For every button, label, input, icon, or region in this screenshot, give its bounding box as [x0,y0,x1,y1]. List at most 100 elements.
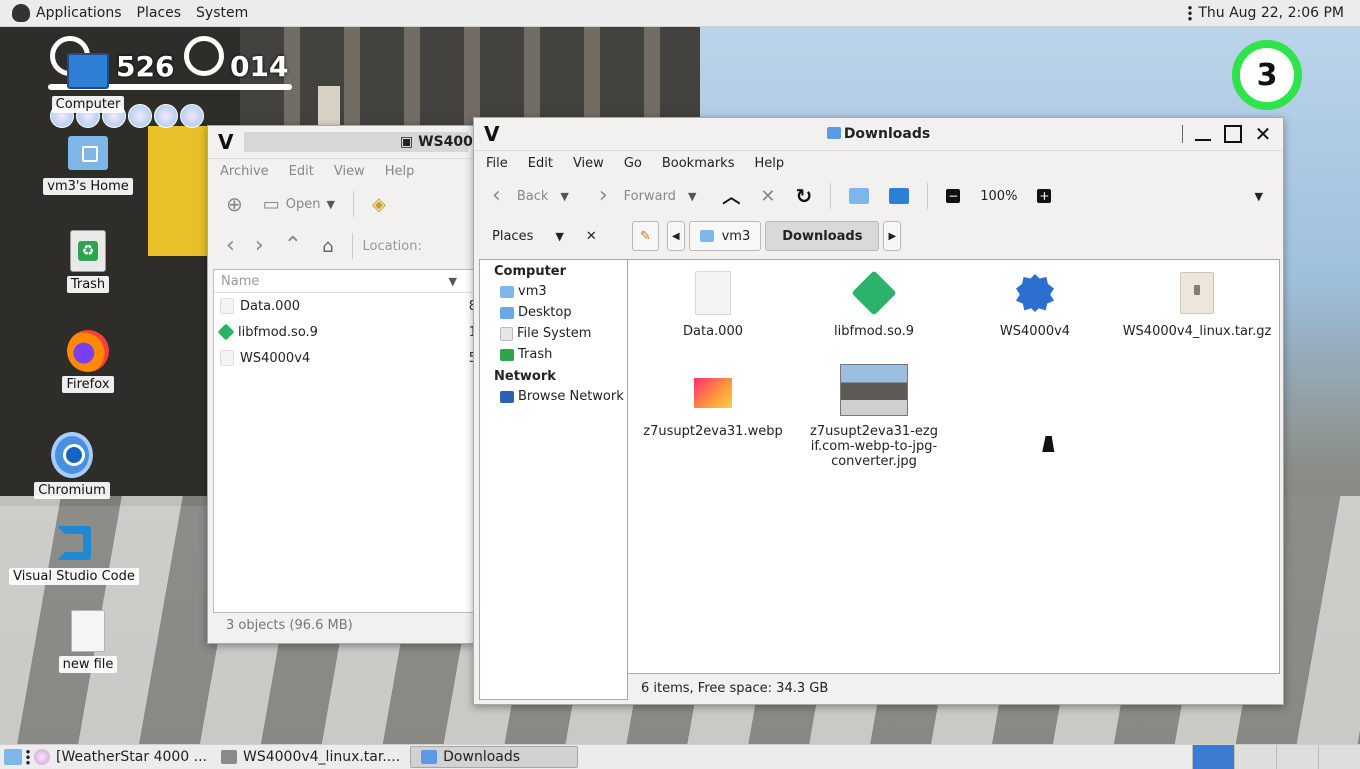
task-downloads[interactable]: Downloads [410,746,579,768]
desktop-icon-label: Visual Studio Code [9,568,139,585]
table-row[interactable]: libfmod.so.9 1 [214,319,477,345]
menu-edit[interactable]: Edit [518,156,563,171]
sidebar-item-desktop[interactable]: Desktop [480,302,627,323]
up-button[interactable]: ︿ [714,179,748,213]
image-icon [694,378,732,408]
drive-icon [500,326,513,341]
desktop-icon-firefox[interactable]: Firefox [28,330,148,393]
back-history-dropdown[interactable]: ▼ [560,190,568,203]
menu-bookmarks[interactable]: Bookmarks [652,156,745,171]
breadcrumb-scroll-right[interactable]: ▶ [883,221,902,251]
edit-location-button[interactable]: ✎ [632,221,659,251]
forward-history-dropdown[interactable]: ▼ [688,190,696,203]
up-button[interactable]: ⌃ [276,232,310,260]
downloads-toolbar: ‹ Back ▼ › Forward ▼ ︿ ✕ ↻ − 100% + ▼ [474,175,1283,217]
sidebar-item-vm3[interactable]: vm3 [480,281,627,302]
file-item-webp[interactable]: z7usupt2eva31.webp [639,370,787,439]
desktop-icon-trash[interactable]: Trash [28,230,148,293]
file-manager-window: V Downloads ✕ File Edit View Go Bookmark… [473,117,1284,705]
desktop-icon-vscode[interactable]: Visual Studio Code [9,522,139,585]
menu-help[interactable]: Help [744,156,794,171]
desktop-icon-new-file[interactable]: new file [28,610,148,673]
sidebar-item-file-system[interactable]: File System [480,323,627,344]
show-desktop-button[interactable] [0,746,26,768]
maximize-icon [1224,125,1242,143]
file-item-data-000[interactable]: Data.000 [639,270,787,339]
column-header-name[interactable]: Name ▼ [214,270,475,293]
close-button[interactable]: ✕ [1253,122,1273,146]
desktop-icon-chromium[interactable]: Chromium [12,432,132,499]
archive-menu-edit[interactable]: Edit [279,164,324,179]
workspace-3[interactable] [1276,745,1318,769]
task-weatherstar[interactable]: [WeatherStar 4000 ... [30,746,211,768]
home-button[interactable] [841,184,877,208]
home-icon: ⌂ [322,235,334,257]
menu-file[interactable]: File [476,156,518,171]
archive-menubar: Archive Edit View Help [208,159,474,183]
file-item-ws4000v4-tar[interactable]: WS4000v4_linux.tar.gz [1122,270,1272,339]
stop-button[interactable]: ✕ [752,182,783,211]
forward-button[interactable]: › [247,232,272,260]
window-menu-icon[interactable]: V [484,122,506,146]
task-archive[interactable]: WS4000v4_linux.tar.... [211,746,410,768]
stop-icon: ✕ [760,185,776,207]
menu-system[interactable]: System [192,5,259,21]
extract-button[interactable]: ◈ [364,190,394,219]
menu-applications[interactable]: Applications [36,5,133,21]
forward-button[interactable]: › Forward [591,182,684,210]
gnome-foot-icon[interactable] [12,4,30,22]
toolbar-overflow-dropdown[interactable]: ▼ [1255,190,1263,203]
archive-status: 3 objects (96.6 MB) [226,618,353,633]
archive-menu-view[interactable]: View [324,164,375,179]
menu-view[interactable]: View [563,156,614,171]
minimize-button[interactable] [1193,124,1213,144]
new-archive-button[interactable]: ⊕ [218,188,251,220]
computer-icon [67,53,109,89]
file-item-ws4000v4[interactable]: WS4000v4 [961,270,1109,339]
chevron-up-icon: ⌃ [283,233,303,258]
places-selector[interactable]: Places ▼ ✕ [474,229,624,244]
home-folder-icon [500,285,514,298]
zoom-out-button[interactable]: − [938,185,968,207]
workspace-1[interactable] [1192,745,1234,769]
archive-menu-archive[interactable]: Archive [210,164,279,179]
home-button[interactable]: ⌂ [314,232,341,261]
archive-toolbar: ⊕ ▭ Open ▼ ◈ [208,183,474,225]
close-icon: ✕ [1254,122,1272,146]
archive-titlebar[interactable]: V ▣ WS4000v [208,126,492,159]
downloads-titlebar[interactable]: V Downloads ✕ [474,118,1283,151]
chevron-up-icon: ︿ [722,187,741,208]
workspace-4[interactable] [1318,745,1360,769]
workspace-2[interactable] [1234,745,1276,769]
menu-go[interactable]: Go [614,156,652,171]
table-row[interactable]: Data.000 8 [214,293,477,319]
file-item-libfmod[interactable]: libfmod.so.9 [800,270,948,339]
chevron-left-icon: ‹ [226,233,235,258]
desktop-folder-icon [500,306,514,319]
sidebar-item-trash[interactable]: Trash [480,344,627,365]
open-archive-button[interactable]: ▭ Open ▼ [255,190,343,219]
panel-handle-icon[interactable] [1188,5,1193,21]
window-menu-icon[interactable]: V [218,130,240,154]
maximize-button[interactable] [1223,124,1243,144]
archive-menu-help[interactable]: Help [375,164,425,179]
reload-button[interactable]: ↻ [788,180,821,212]
file-item-jpg[interactable]: z7usupt2eva31-ezgif.com-webp-to-jpg-conv… [800,364,948,469]
edit-icon: ✎ [640,228,651,244]
sidebar-item-browse-network[interactable]: Browse Network [480,386,627,407]
table-row[interactable]: WS4000v4 5 [214,345,477,371]
breadcrumb-vm3[interactable]: vm3 [688,221,762,251]
close-sidebar-icon[interactable]: ✕ [586,229,597,244]
breadcrumb-downloads[interactable]: Downloads [765,221,880,251]
clock[interactable]: Thu Aug 22, 2:06 PM [1198,5,1344,21]
menu-places[interactable]: Places [133,5,193,21]
desktop-icon-home[interactable]: vm3's Home [28,132,148,195]
zoom-in-button[interactable]: + [1029,185,1059,207]
network-icon [500,390,514,403]
desktop-icon-computer[interactable]: Computer [28,50,148,113]
sidebar-header-computer: Computer [494,264,567,279]
breadcrumb-scroll-left[interactable]: ◀ [666,221,685,251]
back-button[interactable]: ‹ Back [484,182,556,210]
back-button[interactable]: ‹ [218,232,243,260]
computer-button[interactable] [881,184,917,208]
